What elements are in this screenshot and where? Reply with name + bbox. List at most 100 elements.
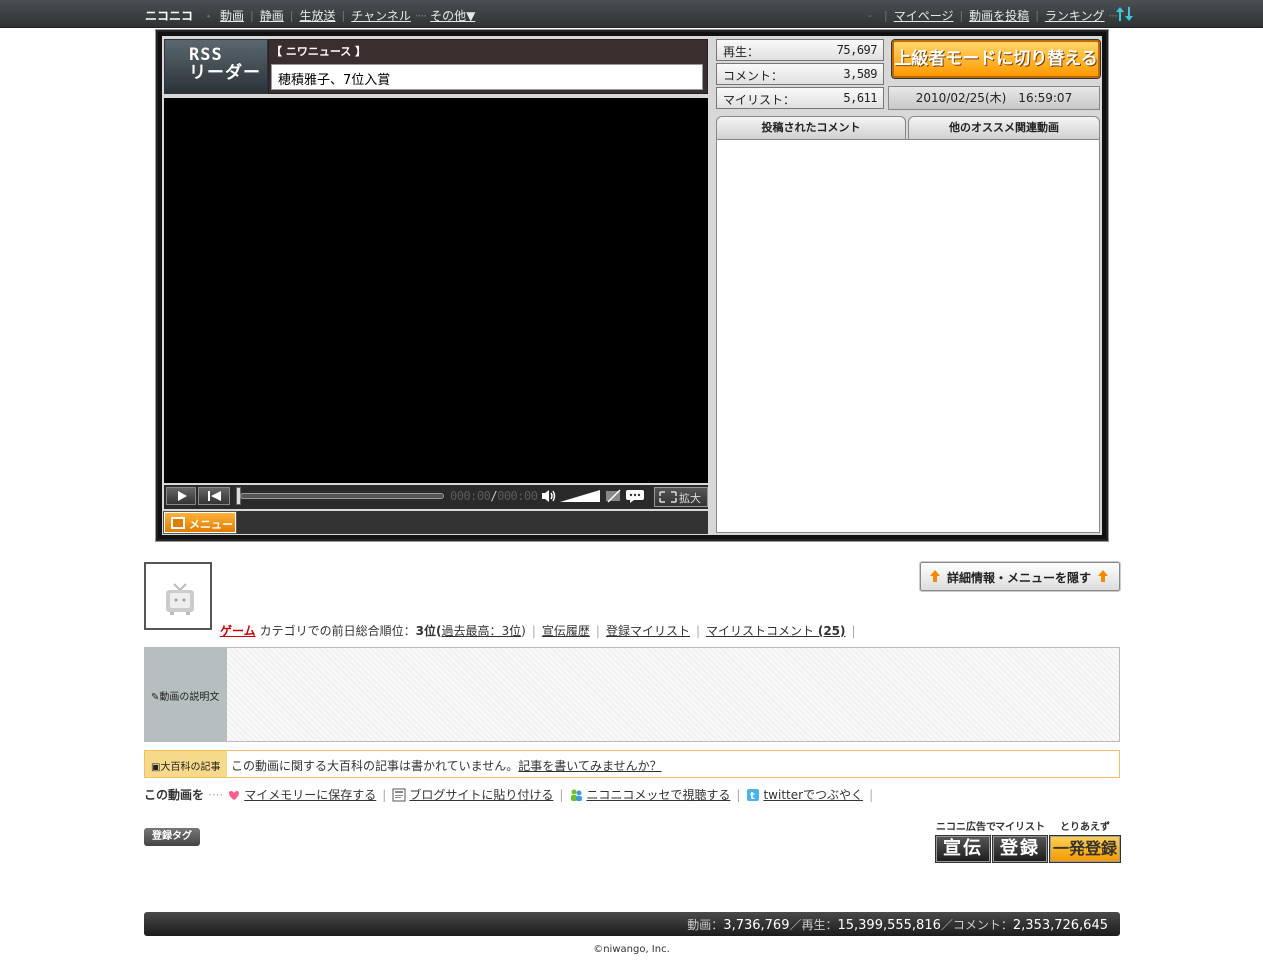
player-menu-label: メニュー <box>189 518 233 531</box>
promote-button[interactable]: 宣伝 <box>935 835 991 863</box>
time-total: 000:00 <box>497 489 538 503</box>
category-link[interactable]: ゲーム <box>220 622 256 639</box>
play-icon <box>178 491 187 501</box>
nav-item-more[interactable]: その他▼ <box>430 7 475 24</box>
dictionary-label: 大百科の記事 <box>160 762 221 773</box>
fullscreen-label: 拡大 <box>679 492 701 505</box>
mylist-caption: マイリスト <box>995 822 1045 833</box>
messe-icon <box>569 788 583 802</box>
nav-item-channel[interactable]: チャンネル <box>351 7 411 24</box>
arrow-up-icon-right <box>1098 570 1108 582</box>
comments-value: 3,589 <box>843 67 877 81</box>
player-menubar: メニュー <box>163 511 708 534</box>
dictionary-text: この動画に関する大百科の記事は書かれていません。記事を書いてみませんか？ <box>231 757 662 774</box>
nav-brand[interactable]: ニコニコ <box>145 7 193 24</box>
player-menu-button[interactable]: メニュー <box>163 511 237 534</box>
blog-embed-link[interactable]: ブログサイトに貼り付ける <box>409 786 553 803</box>
quick-register-button[interactable]: 一発登録 <box>1049 835 1121 863</box>
rss-line2: リーダー <box>189 63 261 83</box>
category-rank-line: ゲーム カテゴリでの前日総合順位： 3位( 過去最高：3位 ) | 宣伝履歴 |… <box>220 622 856 639</box>
tab-posted-comments[interactable]: 投稿されたコメント <box>716 116 906 140</box>
hide-details-button[interactable]: 詳細情報・メニューを隠す <box>919 561 1121 592</box>
description-label: 動画の説明文 <box>159 692 220 703</box>
ad-group-quick: とりあえず 一発登録 <box>1049 822 1121 863</box>
total-videos: 3,736,769 <box>723 918 790 933</box>
post-datetime: 2010/02/25(木) 16:59:07 <box>888 86 1100 110</box>
rewind-button[interactable] <box>198 487 230 505</box>
menu-icon <box>171 517 185 529</box>
video-screen[interactable] <box>164 98 708 483</box>
global-nav: ニコニコ ・ 動画 | 静画 | 生放送 | チャンネル ···· その他▼ -… <box>0 0 1263 28</box>
views-stat: 再生： 75,697 <box>716 39 884 61</box>
blog-icon <box>392 788 406 802</box>
comments-label: コメント： <box>723 69 784 83</box>
messe-watch-link[interactable]: ニコニコメッセで視聴する <box>586 786 730 803</box>
comment-list-panel[interactable] <box>716 139 1100 533</box>
rank-value: 3位( <box>415 624 442 638</box>
nav-item-seiga[interactable]: 静画 <box>260 7 284 24</box>
ad-group-mylist: マイリスト 登録 <box>992 822 1048 863</box>
copyright: ©niwango, Inc. <box>593 944 670 955</box>
mylist-comment-link[interactable]: マイリストコメント (25) <box>706 622 846 639</box>
news-category: 【 ニワニュース 】 <box>271 45 367 58</box>
registered-tags-button[interactable]: 登録タグ <box>144 828 200 846</box>
advanced-mode-button[interactable]: 上級者モードに切り替える <box>891 39 1101 79</box>
nav-item-live[interactable]: 生放送 <box>299 7 335 24</box>
play-button[interactable] <box>166 487 196 505</box>
ad-history-link[interactable]: 宣伝履歴 <box>542 622 590 639</box>
registered-mylist-link[interactable]: 登録マイリスト <box>606 622 690 639</box>
hide-details-label: 詳細情報・メニューを隠す <box>947 571 1092 585</box>
total-views-label: ／再生： <box>789 918 838 932</box>
views-value: 75,697 <box>836 43 878 57</box>
nav-dash: - <box>867 9 872 22</box>
dictionary-label-cell: ▣大百科の記事 <box>145 751 227 777</box>
mylist-comment-count: (25) <box>817 624 846 638</box>
total-views: 15,399,555,816 <box>837 918 941 933</box>
rss-reader-logo[interactable]: RSS リーダー <box>164 39 268 94</box>
best-rank-link[interactable]: 過去最高：3位 <box>442 622 522 639</box>
description-label-cell: ✎動画の説明文 <box>145 648 227 741</box>
save-mymemory-link[interactable]: マイメモリーに保存する <box>244 786 376 803</box>
nav-item-upload[interactable]: 動画を投稿 <box>969 7 1029 24</box>
comments-stat: コメント： 3,589 <box>716 63 884 85</box>
uploader-thumbnail[interactable] <box>144 562 212 630</box>
mylist-register-button[interactable]: 登録 <box>992 835 1048 863</box>
volume-slider[interactable] <box>560 489 600 503</box>
player-frame: RSS リーダー 【 ニワニュース 】 穂積雅子、7位入賞 000:00/000… <box>155 29 1109 542</box>
nav-item-ranking[interactable]: ランキング <box>1045 7 1105 24</box>
volume-icon[interactable] <box>540 488 558 504</box>
twitter-icon: t <box>746 788 760 802</box>
quick-caption: とりあえず <box>1060 822 1110 833</box>
nav-item-video[interactable]: 動画 <box>220 7 244 24</box>
views-label: 再生： <box>723 45 760 59</box>
mylist-stat: マイリスト： 5,611 <box>716 87 884 109</box>
dictionary-message: この動画に関する大百科の記事は書かれていません。 <box>231 759 519 773</box>
heart-icon <box>227 788 241 802</box>
mylist-label: マイリスト： <box>723 93 796 107</box>
expand-icon <box>659 491 677 503</box>
news-ticker: 【 ニワニュース 】 穂積雅子、7位入賞 <box>268 39 708 94</box>
comment-toggle-icon[interactable] <box>604 488 648 504</box>
nav-item-mypage[interactable]: マイページ <box>894 7 954 24</box>
player-controls: 000:00/000:00 拡大 <box>164 485 708 509</box>
scroll-toggle-icon[interactable] <box>1115 5 1135 23</box>
twitter-post-link[interactable]: twitterでつぶやく <box>763 786 863 803</box>
rewind-icon <box>208 491 221 501</box>
total-videos-label: 動画： <box>687 918 724 932</box>
time-display: 000:00/000:00 <box>450 489 538 503</box>
fullscreen-button[interactable]: 拡大 <box>654 487 708 507</box>
total-comments: 2,353,726,645 <box>1012 918 1108 933</box>
dictionary-box: ▣大百科の記事 この動画に関する大百科の記事は書かれていません。記事を書いてみま… <box>144 750 1120 778</box>
tv-placeholder-icon <box>166 583 194 615</box>
mylist-value: 5,611 <box>843 91 877 105</box>
write-article-link[interactable]: 記事を書いてみませんか？ <box>518 759 661 773</box>
site-stats: 動画：3,736,769／再生：15,399,555,816／コメント：2,35… <box>687 916 1108 933</box>
total-comments-label: ／コメント： <box>940 918 1013 932</box>
tab-related-videos[interactable]: 他のオススメ関連動画 <box>908 116 1100 140</box>
seek-bar[interactable] <box>240 493 444 499</box>
mylist-comment-label: マイリストコメント <box>706 624 815 638</box>
player-inner: RSS リーダー 【 ニワニュース 】 穂積雅子、7位入賞 000:00/000… <box>162 36 1102 535</box>
ad-group-promote: ニコニ広告で 宣伝 <box>935 822 996 863</box>
promote-caption: ニコニ広告で <box>936 822 996 833</box>
news-headline[interactable]: 穂積雅子、7位入賞 <box>271 64 703 90</box>
